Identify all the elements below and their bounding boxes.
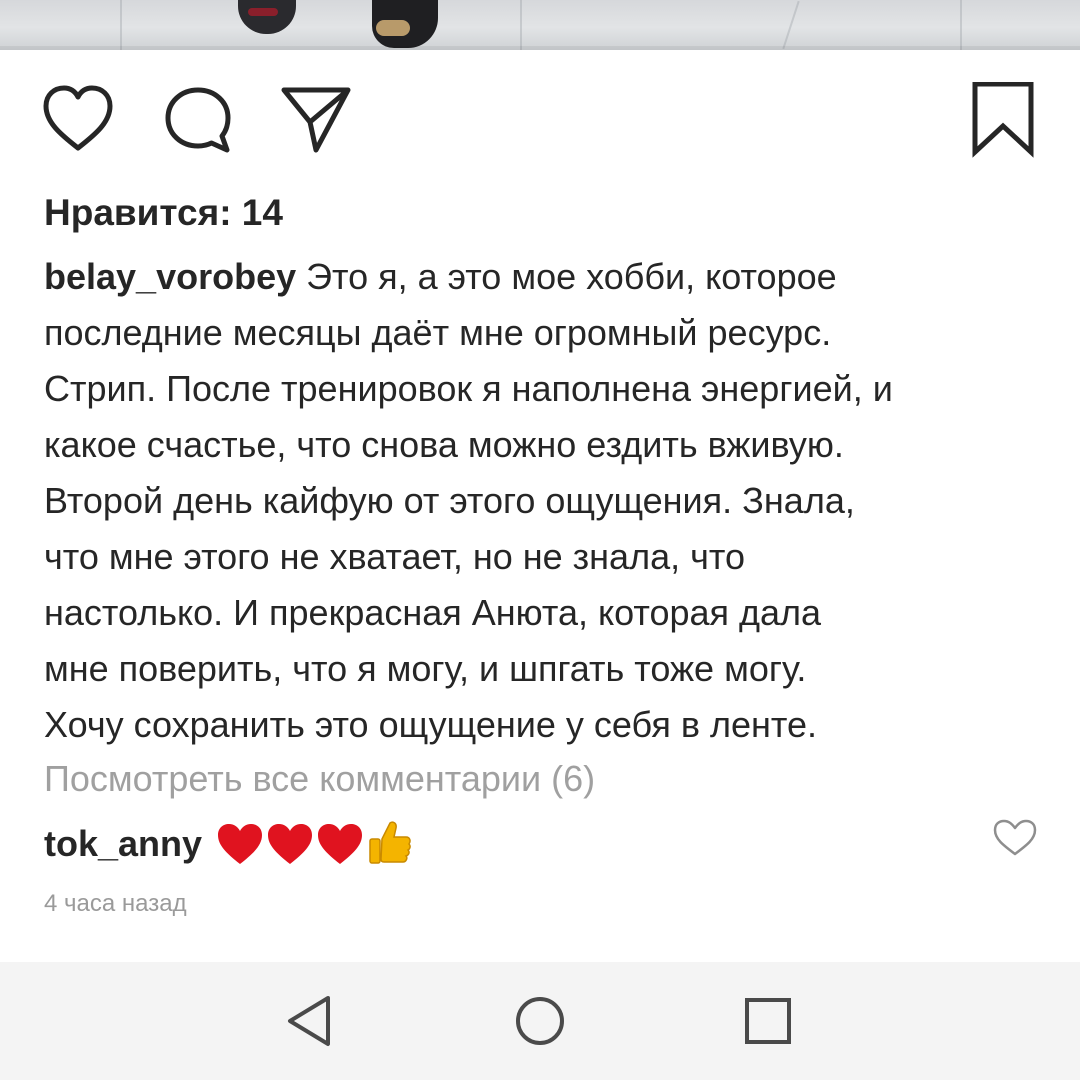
instagram-post-screen: Нравится: 14 belay_vorobey Это я, а это … <box>0 0 1080 1080</box>
paper-plane-icon[interactable] <box>276 82 352 158</box>
view-all-comments-link[interactable]: Посмотреть все комментарии (6) <box>44 758 595 800</box>
comment-author-username[interactable]: tok_anny <box>44 823 202 865</box>
post-caption: belay_vorobey Это я, а это мое хобби, ко… <box>44 249 1044 753</box>
floor-board-line <box>782 0 800 50</box>
caption-line: что мне этого не хватает, но не знала, ч… <box>44 536 745 577</box>
caption-line: последние месяцы даёт мне огромный ресур… <box>44 312 832 353</box>
caption-line: мне поверить, что я могу, и шпгать тоже … <box>44 648 807 689</box>
floor-board-line <box>120 0 122 50</box>
caption-line: настолько. И прекрасная Анюта, которая д… <box>44 592 822 633</box>
post-actions-bar <box>0 82 1080 158</box>
heart-outline-icon[interactable] <box>40 82 116 158</box>
thumbs-up-icon <box>369 821 411 864</box>
shoe-left <box>238 0 296 34</box>
likes-count[interactable]: Нравится: 14 <box>44 192 283 234</box>
red-heart-icon <box>268 824 313 864</box>
floor-board-line <box>520 0 522 50</box>
caption-author-username[interactable]: belay_vorobey <box>44 256 296 297</box>
bookmark-icon[interactable] <box>965 82 1041 158</box>
floor-board-line <box>960 0 962 50</box>
system-navigation-bar <box>0 962 1080 1080</box>
red-heart-icon <box>218 824 263 864</box>
caption-text: Это я, а это мое хобби, которое <box>296 256 837 297</box>
caption-line: Стрип. После тренировок я наполнена энер… <box>44 368 893 409</box>
comment-bubble-icon[interactable] <box>160 82 236 158</box>
caption-line: Второй день кайфую от этого ощущения. Зн… <box>44 480 855 521</box>
red-heart-icon <box>318 824 363 864</box>
circle-home-icon[interactable] <box>505 986 575 1056</box>
caption-line: belay_vorobey Это я, а это мое хобби, ко… <box>44 249 1044 305</box>
small-heart-icon[interactable] <box>990 818 1040 858</box>
comment-emojis <box>216 819 412 869</box>
shoe-right <box>372 0 438 48</box>
comment-row: tok_anny <box>44 814 1044 874</box>
comment-timestamp: 4 часа назад <box>44 890 187 917</box>
square-recents-icon[interactable] <box>733 986 803 1056</box>
post-photo[interactable] <box>0 0 1080 50</box>
photo-edge-shadow <box>0 46 1080 50</box>
caption-line: какое счастье, что снова можно ездить вж… <box>44 424 844 465</box>
triangle-back-icon[interactable] <box>276 986 346 1056</box>
caption-line: Хочу сохранить это ощущение у себя в лен… <box>44 704 817 745</box>
